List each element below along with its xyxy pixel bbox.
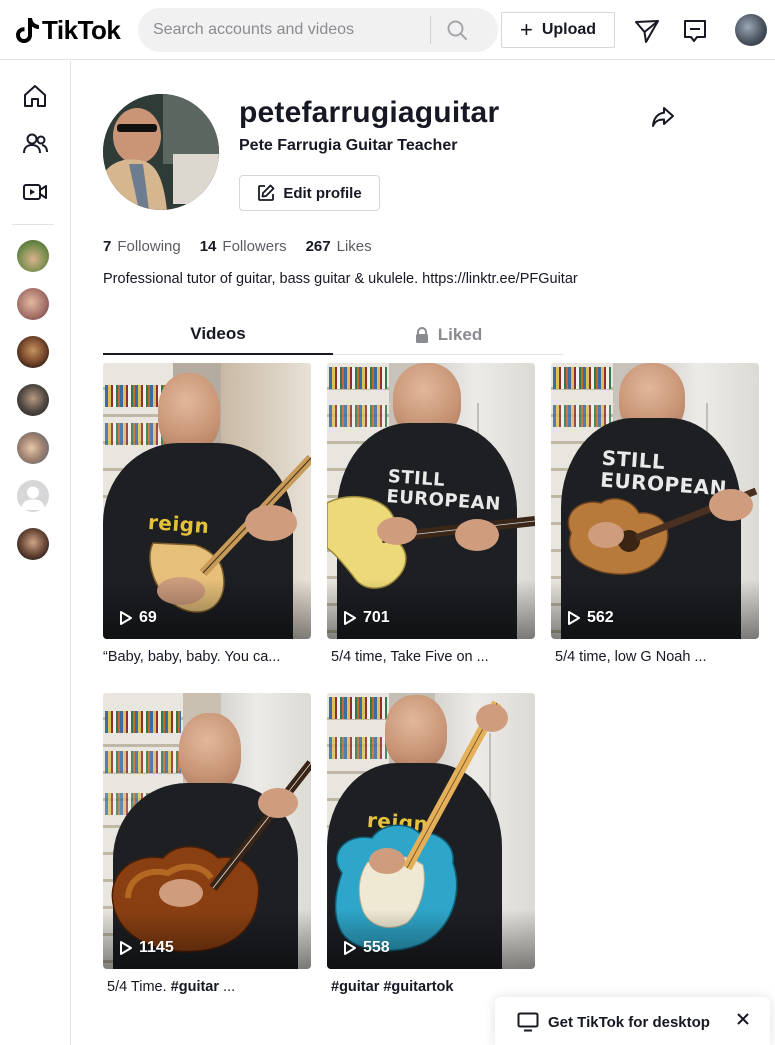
live-icon[interactable] bbox=[22, 179, 48, 205]
view-count: 701 bbox=[343, 609, 390, 627]
video-thumbnail[interactable]: 1145 bbox=[103, 693, 311, 969]
monitor-icon bbox=[517, 1012, 539, 1032]
view-count-number: 701 bbox=[363, 609, 390, 626]
view-count: 1145 bbox=[119, 939, 174, 957]
upload-button[interactable]: + Upload bbox=[501, 12, 615, 48]
video-thumbnail[interactable]: STILL EUROPEAN 701 bbox=[327, 363, 535, 639]
profile-display-name: Pete Farrugia Guitar Teacher bbox=[239, 137, 458, 154]
video-caption[interactable]: #guitar #guitartok bbox=[331, 979, 539, 995]
likes-count: 267 bbox=[305, 238, 331, 255]
search-icon bbox=[447, 20, 467, 40]
play-icon bbox=[344, 941, 356, 955]
tab-liked[interactable]: Liked bbox=[333, 315, 563, 355]
edit-profile-label: Edit profile bbox=[283, 184, 362, 202]
inbox-icon[interactable] bbox=[682, 18, 708, 44]
followers-count: 14 bbox=[199, 238, 217, 255]
following-avatar[interactable] bbox=[17, 336, 49, 368]
tiktok-note-icon bbox=[16, 18, 39, 43]
profile-bio: Professional tutor of guitar, bass guita… bbox=[103, 271, 578, 287]
followers-stat[interactable]: 14 Followers bbox=[200, 238, 287, 255]
edit-icon bbox=[258, 184, 275, 201]
profile-stats: 7 Following 14 Followers 267 Likes bbox=[103, 238, 391, 255]
user-avatar[interactable] bbox=[735, 14, 767, 46]
video-caption[interactable]: 5/4 time, low G Noah ... bbox=[555, 649, 763, 665]
top-header: TikTok + Upload bbox=[0, 0, 775, 60]
play-icon bbox=[120, 611, 132, 625]
following-avatar[interactable] bbox=[17, 240, 49, 272]
sidebar bbox=[0, 61, 71, 1045]
video-caption[interactable]: 5/4 Time. #guitar ... bbox=[107, 979, 315, 995]
following-count: 7 bbox=[103, 238, 112, 255]
home-icon[interactable] bbox=[22, 83, 48, 109]
followers-label: Followers bbox=[222, 238, 287, 255]
get-desktop-banner[interactable]: Get TikTok for desktop bbox=[495, 997, 770, 1045]
plus-icon: + bbox=[519, 17, 533, 42]
default-avatar[interactable] bbox=[17, 480, 49, 512]
desktop-banner-label: Get TikTok for desktop bbox=[548, 1013, 710, 1031]
play-icon bbox=[568, 611, 580, 625]
video-thumbnail[interactable]: STILL EUROPEAN 562 bbox=[551, 363, 759, 639]
caption-hashtag[interactable]: #guitar #guitartok bbox=[331, 979, 453, 995]
view-count: 558 bbox=[343, 939, 390, 957]
following-label: Following bbox=[117, 238, 181, 255]
edit-profile-button[interactable]: Edit profile bbox=[239, 175, 380, 211]
following-avatar[interactable] bbox=[17, 288, 49, 320]
video-caption[interactable]: 5/4 time, Take Five on ... bbox=[331, 649, 539, 665]
following-stat[interactable]: 7 Following bbox=[103, 238, 181, 255]
view-count-number: 558 bbox=[363, 939, 390, 956]
logo-text: TikTok bbox=[42, 14, 121, 45]
sidebar-divider bbox=[12, 224, 54, 225]
following-icon[interactable] bbox=[22, 131, 48, 157]
following-avatar[interactable] bbox=[17, 432, 49, 464]
caption-hashtag[interactable]: #guitar bbox=[171, 979, 219, 995]
profile-avatar[interactable] bbox=[103, 94, 219, 210]
view-count: 562 bbox=[567, 609, 614, 627]
following-avatar[interactable] bbox=[17, 384, 49, 416]
play-icon bbox=[344, 611, 356, 625]
search-bar bbox=[138, 8, 498, 52]
lock-icon bbox=[415, 326, 428, 343]
play-icon bbox=[120, 941, 132, 955]
tab-videos[interactable]: Videos bbox=[103, 315, 333, 355]
following-avatar[interactable] bbox=[17, 528, 49, 560]
caption-ellipsis: ... bbox=[219, 979, 236, 995]
view-count-number: 1145 bbox=[139, 939, 174, 956]
likes-label: Likes bbox=[336, 238, 372, 255]
video-thumbnail[interactable]: reign 69 bbox=[103, 363, 311, 639]
likes-stat: 267 Likes bbox=[306, 238, 372, 255]
search-button[interactable] bbox=[431, 8, 483, 52]
video-thumbnail[interactable]: reign 558 bbox=[327, 693, 535, 969]
search-input[interactable] bbox=[138, 21, 430, 39]
upload-label: Upload bbox=[541, 21, 597, 38]
share-icon[interactable] bbox=[650, 104, 676, 130]
tab-liked-label: Liked bbox=[437, 325, 483, 344]
tiktok-logo[interactable]: TikTok bbox=[14, 14, 121, 46]
tab-videos-label: Videos bbox=[190, 324, 246, 343]
view-count-number: 562 bbox=[587, 609, 614, 626]
messages-send-icon[interactable] bbox=[634, 18, 660, 44]
video-caption[interactable]: “Baby, baby, baby. You ca... bbox=[103, 649, 311, 665]
close-icon[interactable] bbox=[736, 1012, 750, 1030]
caption-text: 5/4 Time. bbox=[107, 979, 171, 995]
profile-tabs: Videos Liked bbox=[103, 315, 563, 355]
view-count: 69 bbox=[119, 609, 157, 627]
view-count-number: 69 bbox=[139, 609, 157, 626]
profile-username: petefarrugiaguitar bbox=[239, 96, 500, 129]
